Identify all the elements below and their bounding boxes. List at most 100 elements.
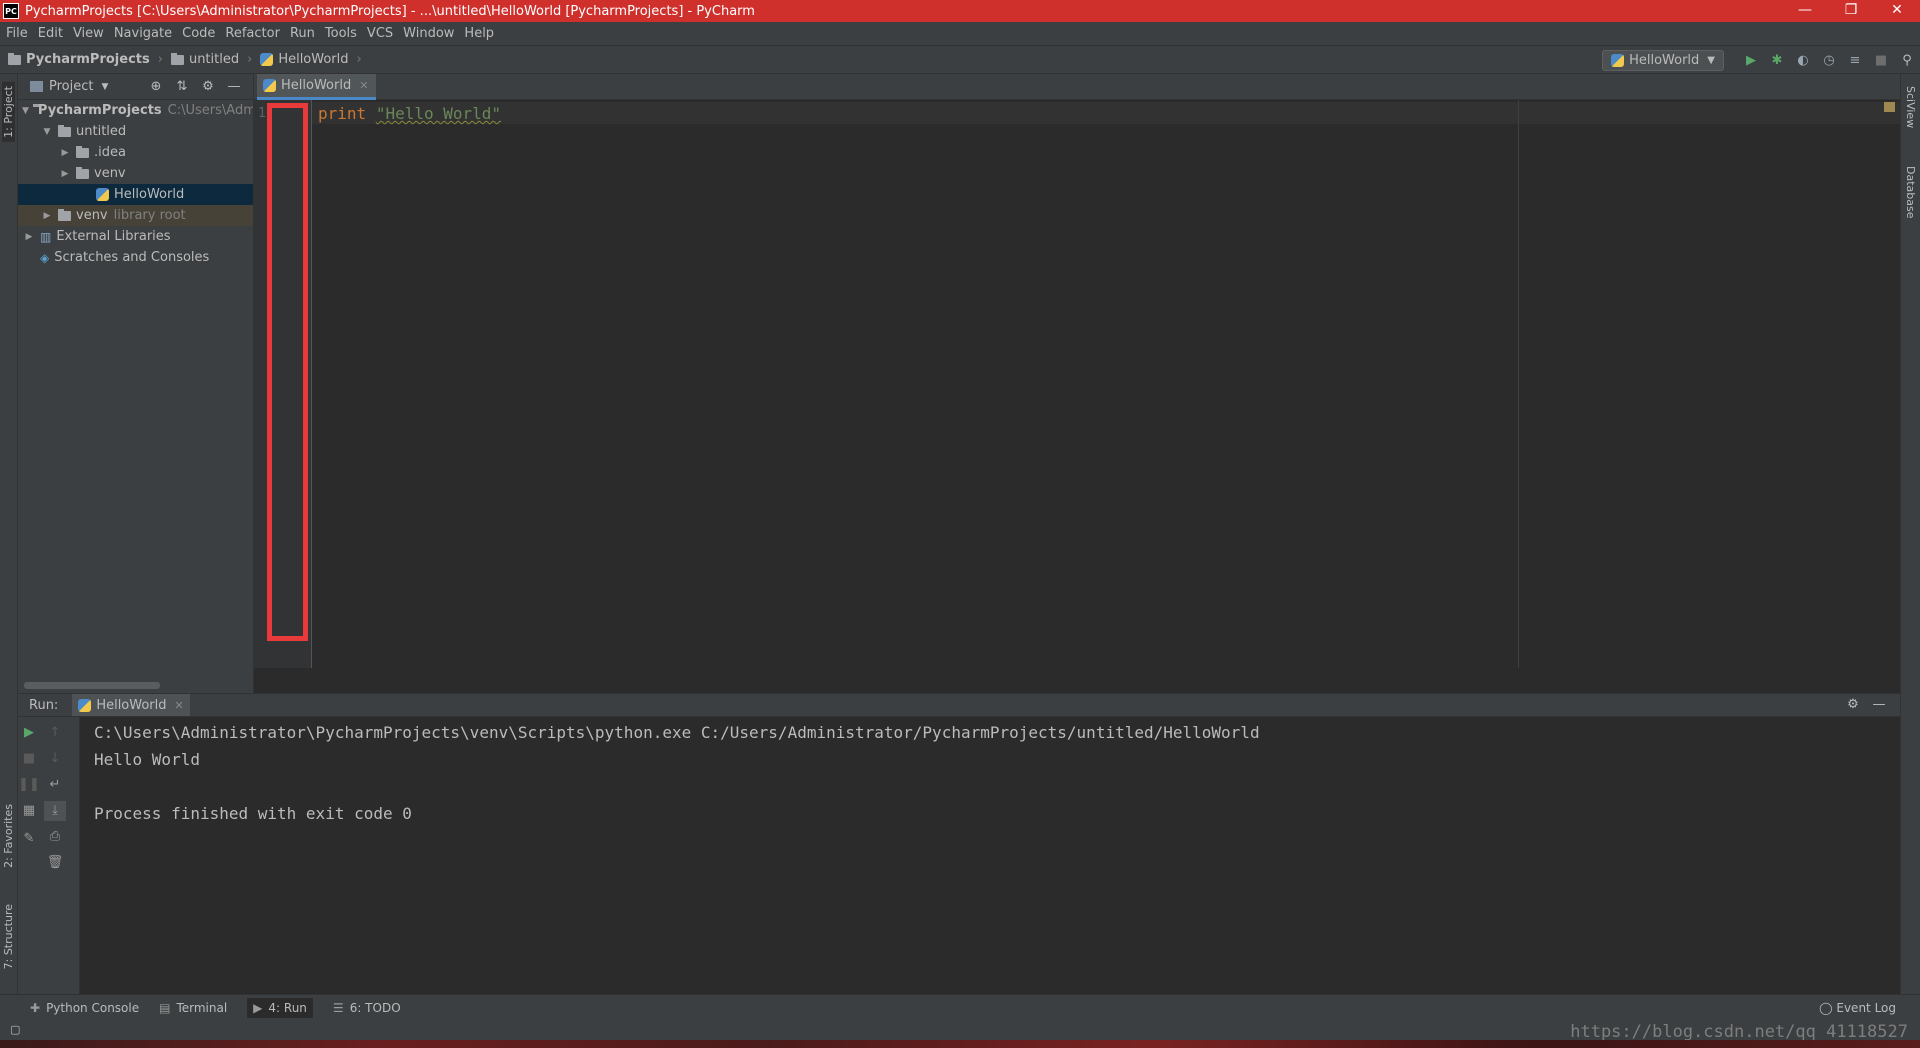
console-line: Process finished with exit code 0 xyxy=(94,804,412,823)
folder-icon xyxy=(170,52,184,65)
right-tool-strip: SciView Database xyxy=(1900,74,1920,994)
run-icon[interactable]: ▶ xyxy=(1738,53,1764,68)
tree-item-untitled[interactable]: ▼ untitled xyxy=(18,121,253,142)
tab-python-console[interactable]: ✚ Python Console xyxy=(30,1001,139,1015)
code-line-1[interactable]: print "Hello World" xyxy=(318,104,501,123)
folder-icon xyxy=(58,124,71,137)
debug-icon[interactable]: ✱ xyxy=(1764,53,1790,68)
locate-icon[interactable]: ⊕ xyxy=(143,79,169,94)
coverage-icon[interactable]: ◐ xyxy=(1790,53,1816,68)
menu-help[interactable]: Help xyxy=(464,26,494,41)
menu-window[interactable]: Window xyxy=(403,26,454,41)
tree-item-venv[interactable]: ▶ venv xyxy=(18,163,253,184)
project-panel: Project ▼ ⊕ ⇅ ⚙ — ▼ PycharmProjects C:\U… xyxy=(18,74,254,694)
console-line: Hello World xyxy=(94,750,200,769)
search-icon[interactable]: ⚲ xyxy=(1894,53,1920,68)
python-file-icon xyxy=(260,53,274,66)
up-arrow-icon[interactable]: ↑ xyxy=(44,723,66,743)
breadcrumb-untitled[interactable]: untitled › xyxy=(170,52,252,67)
warning-marker-icon[interactable] xyxy=(1884,102,1895,112)
status-bar-toggle-icon[interactable]: ▢ xyxy=(10,1023,20,1036)
favorites-tool-tab[interactable]: 2: Favorites xyxy=(2,804,15,868)
gear-icon[interactable]: ⚙ xyxy=(195,79,221,94)
chevron-down-icon: ▼ xyxy=(1707,55,1715,66)
scroll-to-end-icon[interactable]: ⤓ xyxy=(44,801,66,821)
structure-tool-tab[interactable]: 7: Structure xyxy=(2,904,15,969)
menu-navigate[interactable]: Navigate xyxy=(114,26,172,41)
breadcrumb-helloworld[interactable]: HelloWorld › xyxy=(260,52,362,67)
run-configuration-select[interactable]: HelloWorld ▼ xyxy=(1602,50,1724,71)
project-view-icon xyxy=(30,81,43,92)
project-view-select[interactable]: Project xyxy=(49,79,93,94)
tab-run[interactable]: ▶ 4: Run xyxy=(247,998,313,1018)
project-horizontal-scrollbar[interactable] xyxy=(24,682,160,689)
rerun-icon[interactable]: ▶ xyxy=(18,723,40,743)
tree-item-idea[interactable]: ▶ .idea xyxy=(18,142,253,163)
folder-icon xyxy=(76,166,89,179)
menu-refactor[interactable]: Refactor xyxy=(225,26,280,41)
concurrency-icon[interactable]: ≡ xyxy=(1842,53,1868,68)
menu-file[interactable]: File xyxy=(6,26,28,41)
tab-terminal[interactable]: ▤ Terminal xyxy=(159,1001,227,1015)
close-icon[interactable]: ✕ xyxy=(1874,0,1920,22)
project-tree: ▼ PycharmProjects C:\Users\Admi ▼ untitl… xyxy=(18,100,253,268)
editor-tab-helloworld[interactable]: HelloWorld ✕ xyxy=(257,74,377,100)
print-icon[interactable]: ⎙ xyxy=(44,827,66,847)
minimize-icon[interactable]: — xyxy=(1782,0,1828,22)
navigation-bar: PycharmProjects › untitled › HelloWorld … xyxy=(0,45,1920,74)
menu-edit[interactable]: Edit xyxy=(38,26,63,41)
code-string: "Hello World" xyxy=(375,104,502,123)
stop-icon[interactable]: ■ xyxy=(18,749,40,769)
run-panel-label: Run: xyxy=(29,697,59,713)
tree-item-helloworld[interactable]: HelloWorld xyxy=(18,184,253,205)
chevron-down-icon[interactable]: ▼ xyxy=(101,82,108,92)
pause-icon[interactable]: ❚❚ xyxy=(18,775,40,795)
tree-item-external-libraries[interactable]: ▶ ▥ External Libraries xyxy=(18,226,253,247)
hide-icon[interactable]: — xyxy=(1866,697,1892,712)
python-file-icon xyxy=(78,698,92,712)
code-keyword: print xyxy=(318,104,367,123)
menu-bar: File Edit View Navigate Code Refactor Ru… xyxy=(0,22,1920,45)
database-tool-tab[interactable]: Database xyxy=(1904,166,1917,219)
menu-vcs[interactable]: VCS xyxy=(367,26,393,41)
tree-item-venv-library-root[interactable]: ▶ venv library root xyxy=(18,205,253,226)
collapse-all-icon[interactable]: ⇅ xyxy=(169,79,195,94)
desktop-background-strip xyxy=(0,1040,1920,1048)
close-tab-icon[interactable]: ✕ xyxy=(175,699,184,712)
breadcrumb-pycharmprojects[interactable]: PycharmProjects › xyxy=(8,52,163,67)
run-console-output[interactable]: C:\Users\Administrator\PycharmProjects\v… xyxy=(80,717,1900,994)
tree-item-pycharmprojects[interactable]: ▼ PycharmProjects C:\Users\Admi xyxy=(18,100,253,121)
tree-item-scratches[interactable]: ◈ Scratches and Consoles xyxy=(18,247,253,268)
python-file-icon xyxy=(263,79,276,92)
gear-icon[interactable]: ⚙ xyxy=(1840,697,1866,712)
run-tab-helloworld[interactable]: HelloWorld ✕ xyxy=(72,694,190,716)
window-title: PycharmProjects [C:\Users\Administrator\… xyxy=(25,3,755,19)
menu-view[interactable]: View xyxy=(73,26,104,41)
restore-layout-icon[interactable]: ▦ xyxy=(18,801,40,821)
close-tab-icon[interactable]: ✕ xyxy=(359,79,368,92)
folder-icon xyxy=(76,145,89,158)
trash-icon[interactable]: 🗑 xyxy=(44,853,66,873)
menu-tools[interactable]: Tools xyxy=(325,26,357,41)
editor-tab-bar: HelloWorld ✕ xyxy=(254,74,1900,100)
sciview-tool-tab[interactable]: SciView xyxy=(1904,86,1917,128)
down-arrow-icon[interactable]: ↓ xyxy=(44,749,66,769)
hide-icon[interactable]: — xyxy=(221,79,247,94)
soft-wrap-icon[interactable]: ↵ xyxy=(44,775,66,795)
run-panel-header: Run: HelloWorld ✕ ⚙ — xyxy=(18,693,1900,717)
tab-todo[interactable]: ☰ 6: TODO xyxy=(333,1001,401,1015)
run-icon: ▶ xyxy=(253,1001,263,1015)
current-line-highlight xyxy=(312,102,1900,124)
profile-icon[interactable]: ◷ xyxy=(1816,53,1842,68)
event-log-button[interactable]: ◯ Event Log xyxy=(1819,1001,1896,1015)
project-tool-tab[interactable]: 1: Project xyxy=(2,82,15,142)
restore-icon[interactable]: ❐ xyxy=(1828,0,1874,22)
stop-icon[interactable]: ■ xyxy=(1868,53,1894,68)
menu-code[interactable]: Code xyxy=(182,26,215,41)
menu-run[interactable]: Run xyxy=(290,26,315,41)
python-file-icon xyxy=(1611,54,1625,67)
pin-icon[interactable]: ✎ xyxy=(18,829,40,849)
code-editor[interactable]: print "Hello World" xyxy=(312,100,1900,668)
window-controls: — ❐ ✕ xyxy=(1782,0,1920,22)
highlight-annotation-box xyxy=(267,103,308,641)
